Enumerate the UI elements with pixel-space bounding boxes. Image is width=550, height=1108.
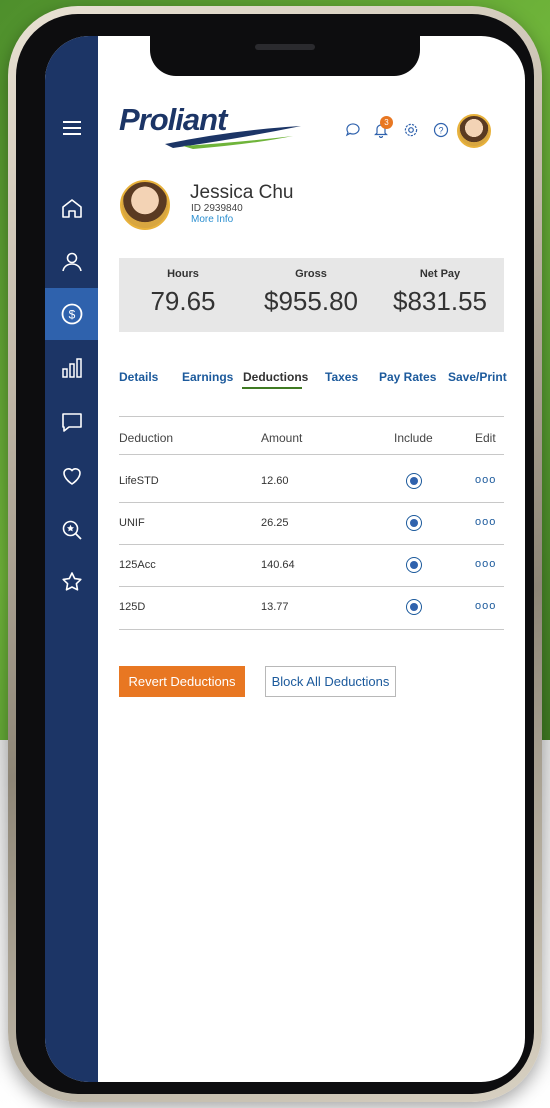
revert-deductions-button[interactable]: Revert Deductions: [119, 666, 245, 697]
gross-summary: Gross $955.80: [247, 258, 375, 317]
hours-summary: Hours 79.65: [119, 258, 247, 317]
star-icon[interactable]: [45, 562, 98, 602]
tab-taxes[interactable]: Taxes: [325, 370, 358, 384]
app-screen: $ Proliant 3 ? Jessica Chu ID 2939840 Mo…: [45, 36, 525, 1082]
tab-bar: Details Earnings Deductions Taxes Pay Ra…: [119, 370, 509, 388]
avatar[interactable]: [457, 114, 491, 148]
phone-notch: [150, 36, 420, 76]
notification-badge: 3: [380, 116, 393, 129]
employee-id: ID 2939840: [191, 203, 243, 214]
divider: [119, 416, 504, 417]
deduction-name: 125D: [119, 601, 146, 613]
chat-icon[interactable]: [45, 402, 98, 442]
hours-label: Hours: [167, 268, 199, 280]
employee-name: Jessica Chu: [190, 182, 294, 203]
home-icon[interactable]: [45, 188, 98, 228]
column-header-amount: Amount: [261, 431, 303, 445]
block-all-deductions-button[interactable]: Block All Deductions: [265, 666, 396, 697]
deduction-name: UNIF: [119, 517, 145, 529]
column-header-deduction: Deduction: [119, 431, 174, 445]
sidebar-nav: $: [45, 36, 98, 1082]
deduction-amount: 26.25: [261, 517, 289, 529]
pay-summary: Hours 79.65 Gross $955.80 Net Pay $831.5…: [119, 258, 504, 332]
more-info-link[interactable]: More Info: [191, 214, 233, 225]
tab-deductions[interactable]: Deductions: [243, 370, 308, 384]
divider: [119, 629, 504, 630]
include-radio[interactable]: [406, 599, 422, 615]
gross-value: $955.80: [264, 286, 358, 316]
bar-chart-icon[interactable]: [45, 348, 98, 388]
edit-menu-icon[interactable]: ooo: [475, 558, 496, 570]
include-radio[interactable]: [406, 515, 422, 531]
menu-icon[interactable]: [45, 108, 98, 148]
active-tab-indicator: [242, 387, 302, 389]
net-pay-label: Net Pay: [419, 268, 461, 280]
heart-icon[interactable]: [45, 456, 98, 496]
gear-icon[interactable]: [403, 122, 419, 138]
column-header-include: Include: [394, 431, 433, 445]
tab-details[interactable]: Details: [119, 370, 158, 384]
employee-avatar: [120, 180, 170, 230]
deduction-name: 125Acc: [119, 559, 156, 571]
hours-value: 79.65: [150, 286, 216, 316]
divider: [119, 454, 504, 455]
gross-label: Gross: [295, 268, 327, 280]
divider: [119, 586, 504, 587]
search-star-icon[interactable]: [45, 510, 98, 550]
tab-earnings[interactable]: Earnings: [182, 370, 233, 384]
net-pay-summary: Net Pay $831.55: [376, 258, 504, 317]
speaker-grille: [255, 44, 315, 50]
chat-icon[interactable]: [345, 122, 361, 138]
net-pay-value: $831.55: [393, 286, 487, 316]
deduction-amount: 12.60: [261, 475, 289, 487]
divider: [119, 544, 504, 545]
dollar-icon[interactable]: $: [45, 288, 98, 340]
user-icon[interactable]: [45, 242, 98, 282]
divider: [119, 502, 504, 503]
svg-text:$: $: [68, 308, 75, 322]
include-radio[interactable]: [406, 473, 422, 489]
logo-swoosh: [165, 126, 301, 149]
deduction-amount: 13.77: [261, 601, 289, 613]
deduction-amount: 140.64: [261, 559, 295, 571]
column-header-edit: Edit: [475, 431, 496, 445]
tab-pay-rates[interactable]: Pay Rates: [379, 370, 436, 384]
tab-save-print[interactable]: Save/Print: [448, 370, 507, 384]
deduction-name: LifeSTD: [119, 475, 159, 487]
edit-menu-icon[interactable]: ooo: [475, 516, 496, 528]
svg-text:?: ?: [438, 126, 443, 136]
include-radio[interactable]: [406, 557, 422, 573]
edit-menu-icon[interactable]: ooo: [475, 474, 496, 486]
edit-menu-icon[interactable]: ooo: [475, 600, 496, 612]
help-icon[interactable]: ?: [433, 122, 449, 138]
